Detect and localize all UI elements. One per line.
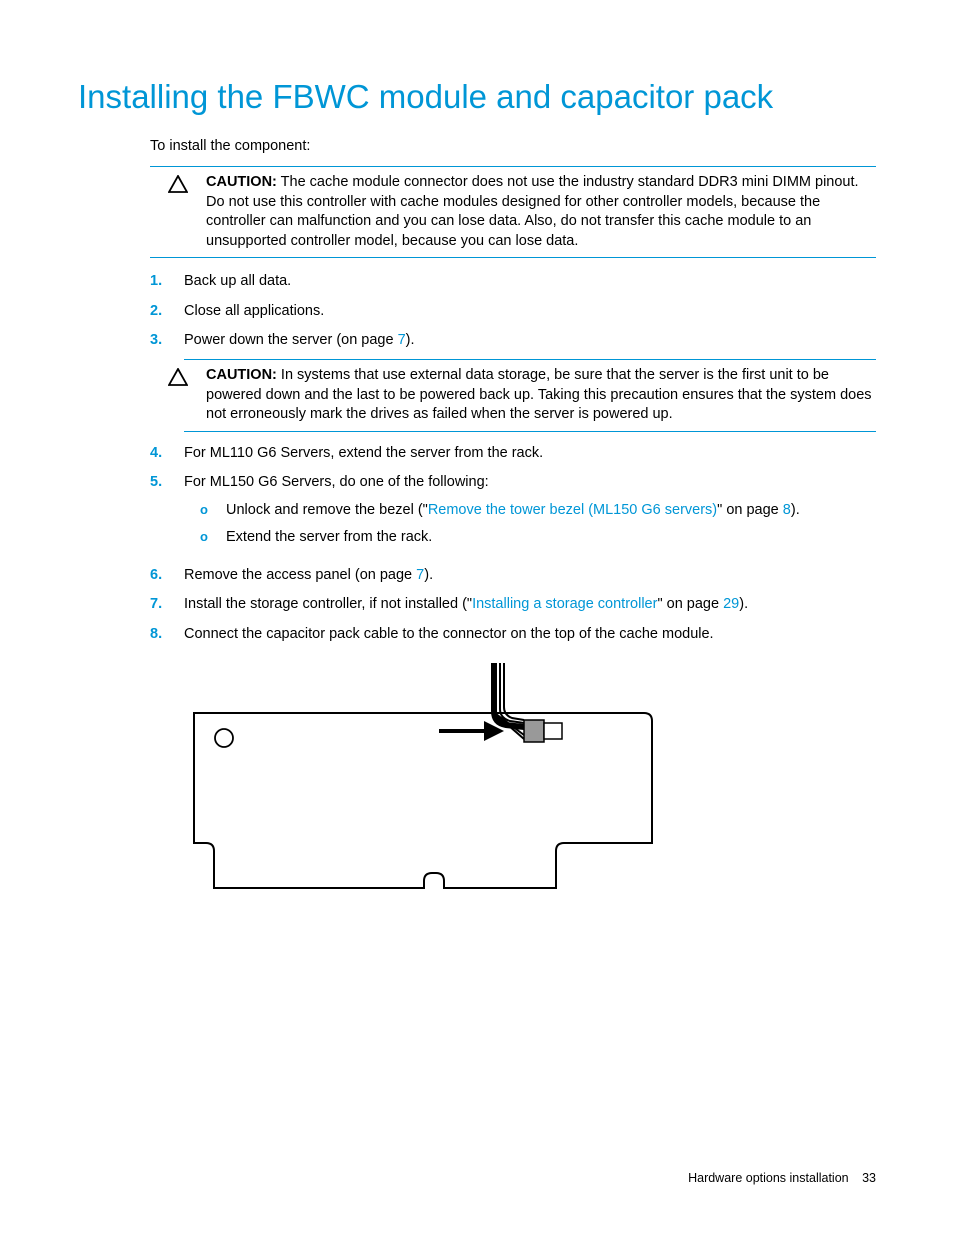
text-fragment: Unlock and remove the bezel ( (226, 502, 423, 518)
step-number: 6. (150, 566, 184, 586)
text-fragment: Remove the access panel (on page (184, 567, 416, 583)
sub-bullet: o (200, 501, 226, 519)
sub-item-text: Extend the server from the rack. (226, 528, 432, 548)
footer-section: Hardware options installation (688, 1171, 849, 1185)
caution-box-2: CAUTION: In systems that use external da… (184, 359, 876, 432)
intro-text: To install the component: (150, 138, 876, 154)
step-number: 7. (150, 595, 184, 615)
page-title: Installing the FBWC module and capacitor… (78, 78, 876, 116)
step-number: 2. (150, 302, 184, 322)
page-content: Installing the FBWC module and capacitor… (0, 0, 954, 988)
sub-list: o Unlock and remove the bezel ("Remove t… (184, 501, 876, 548)
step-number: 5. (150, 473, 184, 493)
step-item: 7. Install the storage controller, if no… (150, 595, 876, 615)
diagram-figure (184, 663, 876, 928)
step-text: For ML110 G6 Servers, extend the server … (184, 444, 876, 464)
page-footer: Hardware options installation 33 (688, 1171, 876, 1185)
sub-item-text: Unlock and remove the bezel ("Remove the… (226, 501, 800, 521)
caution-body: In systems that use external data storag… (206, 367, 872, 422)
page-link[interactable]: 7 (398, 332, 406, 348)
caution-icon (168, 368, 188, 391)
step-text-fragment: ). (406, 332, 415, 348)
steps-list-1: 1. Back up all data. 2. Close all applic… (150, 272, 876, 351)
step-text: Remove the access panel (on page 7). (184, 566, 876, 586)
text-fragment: on page (722, 502, 782, 518)
step-item: 6. Remove the access panel (on page 7). (150, 566, 876, 586)
step-item: 2. Close all applications. (150, 302, 876, 322)
cache-module-diagram (184, 663, 664, 923)
caution-box-1: CAUTION: The cache module connector does… (150, 166, 876, 258)
sub-bullet: o (200, 528, 226, 546)
steps-list-2: 4. For ML110 G6 Servers, extend the serv… (150, 444, 876, 645)
step-item: 8. Connect the capacitor pack cable to t… (150, 625, 876, 645)
step-item: 5. For ML150 G6 Servers, do one of the f… (150, 473, 876, 556)
step-text: Power down the server (on page 7). (184, 331, 876, 351)
text-fragment: ). (739, 596, 748, 612)
caution-label: CAUTION: (206, 367, 277, 383)
step-text-fragment: Power down the server (on page (184, 332, 398, 348)
cross-ref-link[interactable]: Remove the tower bezel (ML150 G6 servers… (428, 502, 717, 518)
caution-body: The cache module connector does not use … (206, 174, 859, 249)
step-number: 1. (150, 272, 184, 292)
sub-item: o Unlock and remove the bezel ("Remove t… (200, 501, 876, 521)
step-number: 8. (150, 625, 184, 645)
text-fragment: ). (424, 567, 433, 583)
sub-item: o Extend the server from the rack. (200, 528, 876, 548)
step-text: Install the storage controller, if not i… (184, 595, 876, 615)
step-number: 4. (150, 444, 184, 464)
page-link[interactable]: 8 (783, 502, 791, 518)
text-fragment: ). (791, 502, 800, 518)
caution-text: CAUTION: The cache module connector does… (206, 173, 876, 251)
cross-ref-link[interactable]: Installing a storage controller (472, 596, 657, 612)
step-text-fragment: For ML150 G6 Servers, do one of the foll… (184, 474, 489, 490)
step-text: Connect the capacitor pack cable to the … (184, 625, 876, 645)
step-item: 4. For ML110 G6 Servers, extend the serv… (150, 444, 876, 464)
step-text: Close all applications. (184, 302, 876, 322)
text-fragment: on page (663, 596, 723, 612)
footer-page-number: 33 (862, 1171, 876, 1185)
step-number: 3. (150, 331, 184, 351)
text-fragment: Install the storage controller, if not i… (184, 596, 467, 612)
step-item: 1. Back up all data. (150, 272, 876, 292)
caution-icon (168, 175, 188, 198)
caution-text: CAUTION: In systems that use external da… (206, 366, 876, 425)
step-text: Back up all data. (184, 272, 876, 292)
page-link[interactable]: 29 (723, 596, 739, 612)
caution-label: CAUTION: (206, 174, 277, 190)
step-text: For ML150 G6 Servers, do one of the foll… (184, 473, 876, 556)
step-item: 3. Power down the server (on page 7). (150, 331, 876, 351)
